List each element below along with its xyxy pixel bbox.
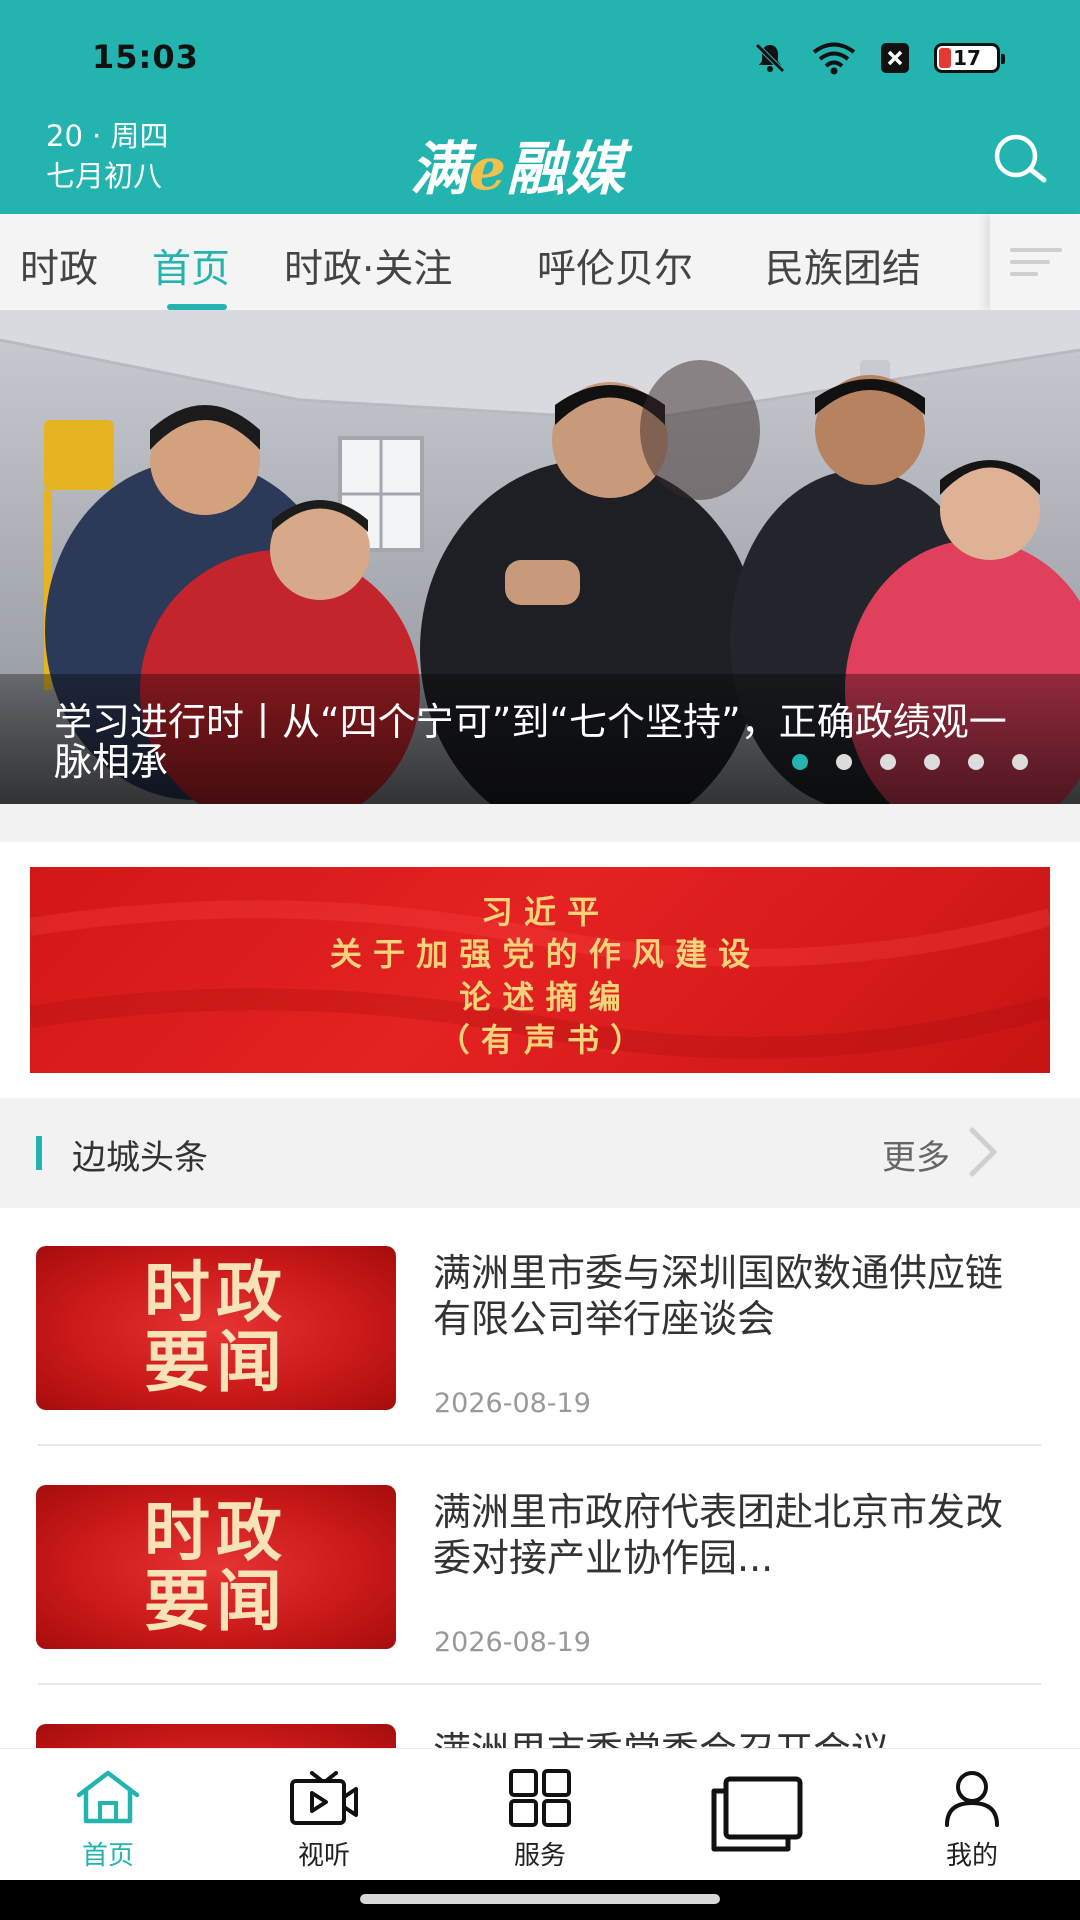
- divider: [38, 1444, 1041, 1446]
- nav-mine[interactable]: 我的: [864, 1749, 1080, 1881]
- nav-services-label: 服务: [513, 1841, 566, 1871]
- logo-prefix: 满: [410, 135, 470, 203]
- banner-line-2: 关 于 加 强 党 的 作 风 建 设: [329, 935, 751, 973]
- news-title[interactable]: 满洲里市委常委会召开会议: [433, 1728, 1033, 1748]
- nav-layers[interactable]: [648, 1749, 864, 1881]
- logo-e: e: [469, 135, 507, 203]
- thumb-line-2: 要闻: [144, 1324, 288, 1401]
- top-header: 15:03 17 20 · 周四 七月初八 满e融媒: [0, 0, 1080, 214]
- carousel-dot[interactable]: [924, 754, 940, 770]
- nav-mine-label: 我的: [945, 1841, 998, 1871]
- grid-icon: [509, 1769, 571, 1827]
- carousel-dot[interactable]: [836, 754, 852, 770]
- news-item[interactable]: 时政 要闻 满洲里市委与深圳国欧数通供应链有限公司举行座谈会 2026-08-1…: [36, 1246, 1041, 1456]
- divider: [38, 1683, 1041, 1685]
- news-thumbnail: [36, 1724, 396, 1748]
- carousel-dot[interactable]: [968, 754, 984, 770]
- date-lunar: 七月初八: [46, 159, 163, 193]
- news-title[interactable]: 满洲里市政府代表团赴北京市发改委对接产业协作园...: [433, 1489, 1033, 1581]
- news-item[interactable]: 满洲里市委常委会召开会议: [36, 1724, 1041, 1748]
- banner-line-1: 习 近 平: [480, 893, 600, 931]
- battery-icon: 17: [934, 43, 1005, 73]
- carousel-dot[interactable]: [880, 754, 896, 770]
- more-link[interactable]: 更多: [882, 1130, 950, 1179]
- section-header: 边城头条 更多: [0, 1098, 1080, 1208]
- news-date: 2026-08-19: [434, 1388, 591, 1419]
- thumb-line-2: 要闻: [144, 1563, 288, 1640]
- carousel-dot[interactable]: [792, 754, 808, 770]
- tab-home[interactable]: 首页: [152, 238, 230, 294]
- channel-menu-button[interactable]: [990, 214, 1080, 310]
- news-date: 2026-08-19: [434, 1627, 591, 1658]
- banner-line-4: （ 有 声 书 ）: [437, 1021, 643, 1059]
- news-item[interactable]: 时政 要闻 满洲里市政府代表团赴北京市发改委对接产业协作园... 2026-08…: [36, 1485, 1041, 1695]
- mute-bell-icon: [755, 43, 785, 73]
- hero-caption[interactable]: 学习进行时丨从“四个宁可”到“七个坚持”，正确政绩观一脉相承: [54, 702, 1014, 782]
- layers-icon: [711, 1776, 803, 1852]
- tab-fade: [920, 214, 990, 310]
- status-time: 15:03: [92, 38, 199, 76]
- carousel-dots: [792, 754, 1028, 770]
- tab-shizheng-guanzhu[interactable]: 时政·关注: [284, 238, 452, 294]
- battery-level: 17: [953, 46, 981, 70]
- tv-play-icon: [290, 1771, 358, 1825]
- nav-audiovisual-label: 视听: [297, 1841, 350, 1871]
- banner-line-3: 论 述 摘 编: [459, 978, 621, 1016]
- spacer: [0, 804, 1080, 842]
- sim-x-icon: [881, 43, 909, 73]
- search-icon[interactable]: [990, 132, 1050, 184]
- nav-home-label: 首页: [81, 1841, 134, 1871]
- chevron-right-icon[interactable]: [966, 1126, 1000, 1178]
- channel-tabs: 时政 首页 时政·关注 呼伦贝尔 民族团结: [0, 214, 1080, 310]
- wifi-icon: [812, 42, 856, 75]
- news-thumbnail: 时政 要闻: [36, 1485, 396, 1649]
- sort-menu-icon: [1010, 248, 1062, 276]
- nav-services[interactable]: 服务: [432, 1749, 648, 1881]
- tab-hulunbeier[interactable]: 呼伦贝尔: [537, 238, 693, 294]
- nav-audiovisual[interactable]: 视听: [216, 1749, 432, 1881]
- tab-shizheng[interactable]: 时政: [20, 238, 98, 294]
- date-weekday: 20 · 周四: [46, 119, 169, 153]
- date-block: 20 · 周四 七月初八: [46, 116, 169, 196]
- news-title[interactable]: 满洲里市委与深圳国欧数通供应链有限公司举行座谈会: [433, 1250, 1033, 1342]
- hero-carousel[interactable]: 学习进行时丨从“四个宁可”到“七个坚持”，正确政绩观一脉相承: [0, 310, 1080, 804]
- home-gesture-handle[interactable]: [360, 1894, 720, 1904]
- home-icon: [76, 1770, 140, 1824]
- logo-suffix: 融媒: [506, 135, 625, 203]
- thumb-line-1: 时政: [144, 1254, 288, 1331]
- section-title: 边城头条: [72, 1138, 208, 1178]
- bottom-navigation: 首页 视听 服务 我的: [0, 1748, 1080, 1880]
- nav-home[interactable]: 首页: [0, 1749, 216, 1881]
- thumb-line-1: 时政: [144, 1493, 288, 1570]
- section-accent-bar: [36, 1136, 42, 1170]
- tab-minzu-tuanjie[interactable]: 民族团结: [765, 238, 921, 294]
- user-icon: [945, 1771, 999, 1827]
- app-logo: 满e融媒: [410, 122, 625, 206]
- audiobook-banner[interactable]: 习 近 平 关 于 加 强 党 的 作 风 建 设 论 述 摘 编 （ 有 声 …: [30, 867, 1050, 1073]
- status-icons: 17: [752, 38, 1005, 78]
- news-thumbnail: 时政 要闻: [36, 1246, 396, 1410]
- carousel-dot[interactable]: [1012, 754, 1028, 770]
